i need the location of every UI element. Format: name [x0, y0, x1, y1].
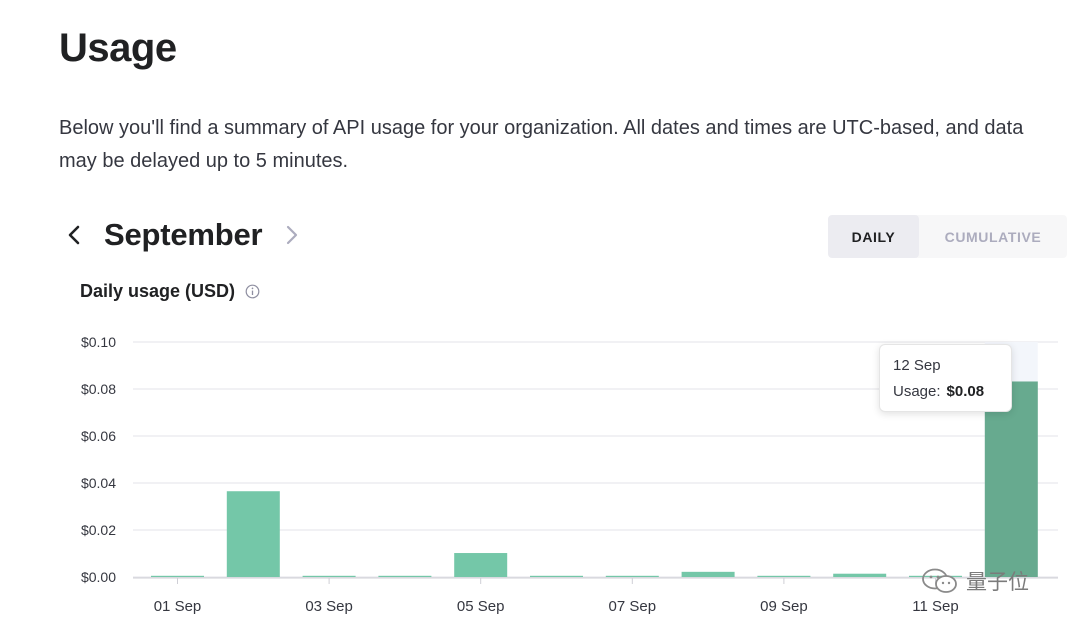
bar-06-sep — [530, 575, 583, 577]
tooltip-usage-label: Usage: — [893, 383, 941, 400]
cumulative-view-button[interactable]: CUMULATIVE — [919, 215, 1067, 258]
watermark-text: 量子位 — [966, 570, 1029, 594]
chevron-right-icon — [287, 225, 298, 245]
info-icon[interactable] — [245, 284, 260, 299]
bar-03-sep — [302, 575, 356, 577]
bar-02-sep — [226, 491, 280, 577]
view-toggle: DAILY CUMULATIVE — [828, 215, 1067, 258]
current-month-label: September — [104, 217, 263, 252]
bar-10-sep — [833, 573, 887, 577]
y-tick-label: $0.10 — [81, 334, 116, 350]
usage-page: Usage Below you'll find a summary of API… — [0, 0, 1080, 629]
bar-01-sep — [151, 575, 204, 577]
x-tick-label: 11 Sep — [912, 598, 958, 615]
x-tick-label: 05 Sep — [457, 598, 505, 615]
previous-month-button[interactable] — [60, 212, 88, 258]
watermark: 量子位 — [920, 566, 1029, 596]
bar-tooltip: 12 Sep Usage: $0.08 — [879, 344, 1012, 412]
daily-view-button[interactable]: DAILY — [828, 215, 919, 258]
y-tick-label: $0.02 — [81, 522, 116, 538]
month-navigator: September — [60, 212, 306, 258]
chart-header: Daily usage (USD) — [80, 281, 260, 302]
y-tick-label: $0.00 — [81, 569, 116, 585]
y-tick-label: $0.04 — [81, 475, 116, 491]
bar-04-sep — [378, 575, 432, 577]
wechat-icon — [922, 568, 957, 593]
next-month-button[interactable] — [278, 212, 306, 258]
tooltip-usage-row: Usage: $0.08 — [893, 381, 1011, 403]
page-description: Below you'll find a summary of API usage… — [59, 117, 1024, 172]
y-tick-label: $0.08 — [81, 381, 116, 397]
chart-title: Daily usage (USD) — [80, 281, 236, 301]
x-tick-label: 07 Sep — [609, 598, 657, 615]
x-tick-label: 09 Sep — [760, 598, 808, 615]
x-tick-label: 03 Sep — [305, 598, 353, 615]
x-tick-label: 01 Sep — [154, 598, 202, 615]
bar-09-sep — [757, 575, 811, 577]
chevron-left-icon — [68, 225, 80, 245]
tooltip-date: 12 Sep — [893, 357, 941, 374]
bar-05-sep — [454, 553, 508, 577]
page-title: Usage — [59, 26, 177, 70]
bar-07-sep — [605, 575, 659, 577]
bar-08-sep — [681, 571, 735, 577]
y-tick-label: $0.06 — [81, 428, 116, 444]
tooltip-usage-value: $0.08 — [946, 383, 985, 400]
